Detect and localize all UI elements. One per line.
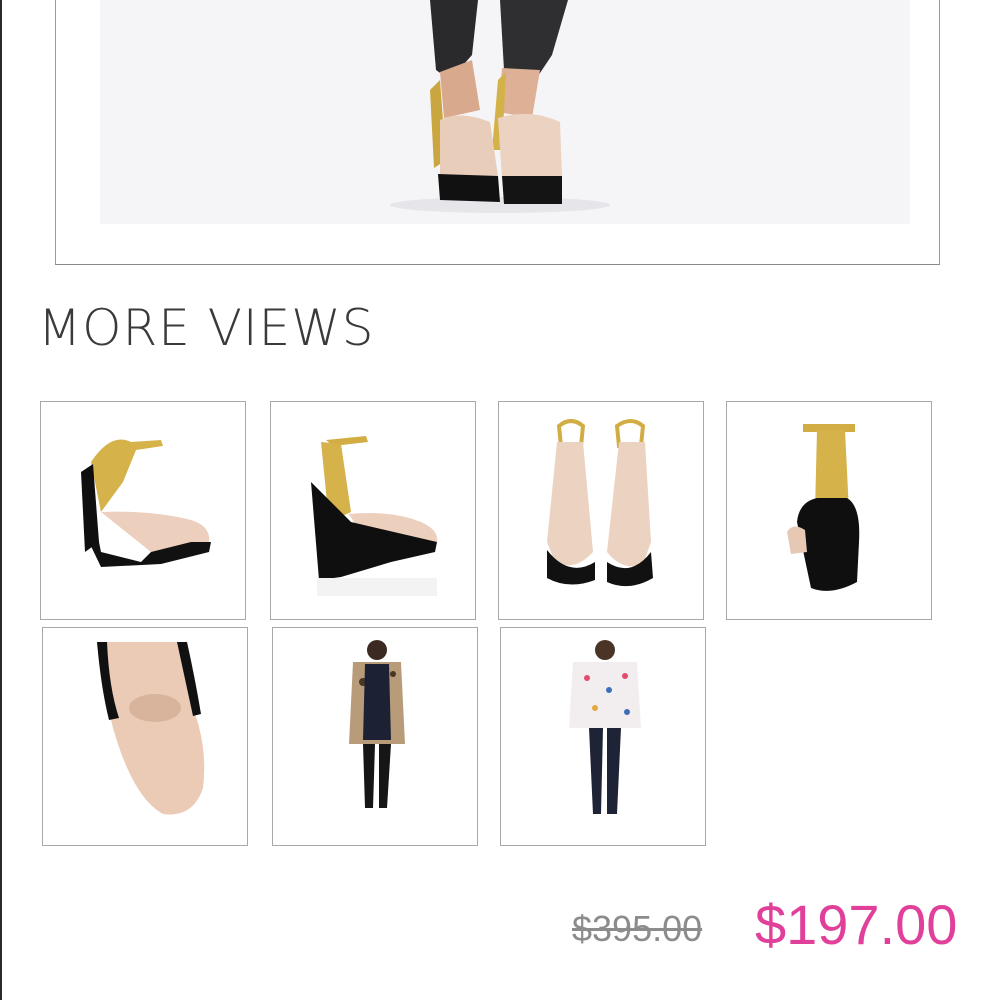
thumbnail-shoe-front-pair[interactable] xyxy=(498,401,704,620)
main-product-image[interactable] xyxy=(100,0,910,224)
shoe-image xyxy=(311,436,438,596)
shoe-image xyxy=(787,424,860,591)
shoe-image xyxy=(81,439,211,567)
original-price: $395.00 xyxy=(572,908,703,949)
thumbnail-outfit-leopard-coat[interactable] xyxy=(272,627,478,846)
thumbnail-shoe-toe-closeup[interactable] xyxy=(42,627,248,846)
thumbnail-shoe-angled[interactable] xyxy=(40,401,246,620)
sale-price: $197.00 xyxy=(755,893,958,956)
outfit-image xyxy=(569,640,641,814)
more-views-title: MORE VIEWS xyxy=(38,299,375,357)
product-page: MORE VIEWS $395.00 $197.00 xyxy=(0,0,1000,1000)
left-border xyxy=(0,0,2,1000)
shoe-image xyxy=(547,419,653,587)
thumbnail-shoe-back[interactable] xyxy=(726,401,932,620)
outfit-image xyxy=(349,640,405,808)
thumbnail-shoe-side[interactable] xyxy=(270,401,476,620)
shoe-image xyxy=(97,642,205,815)
thumbnail-outfit-polka-top[interactable] xyxy=(500,627,706,846)
